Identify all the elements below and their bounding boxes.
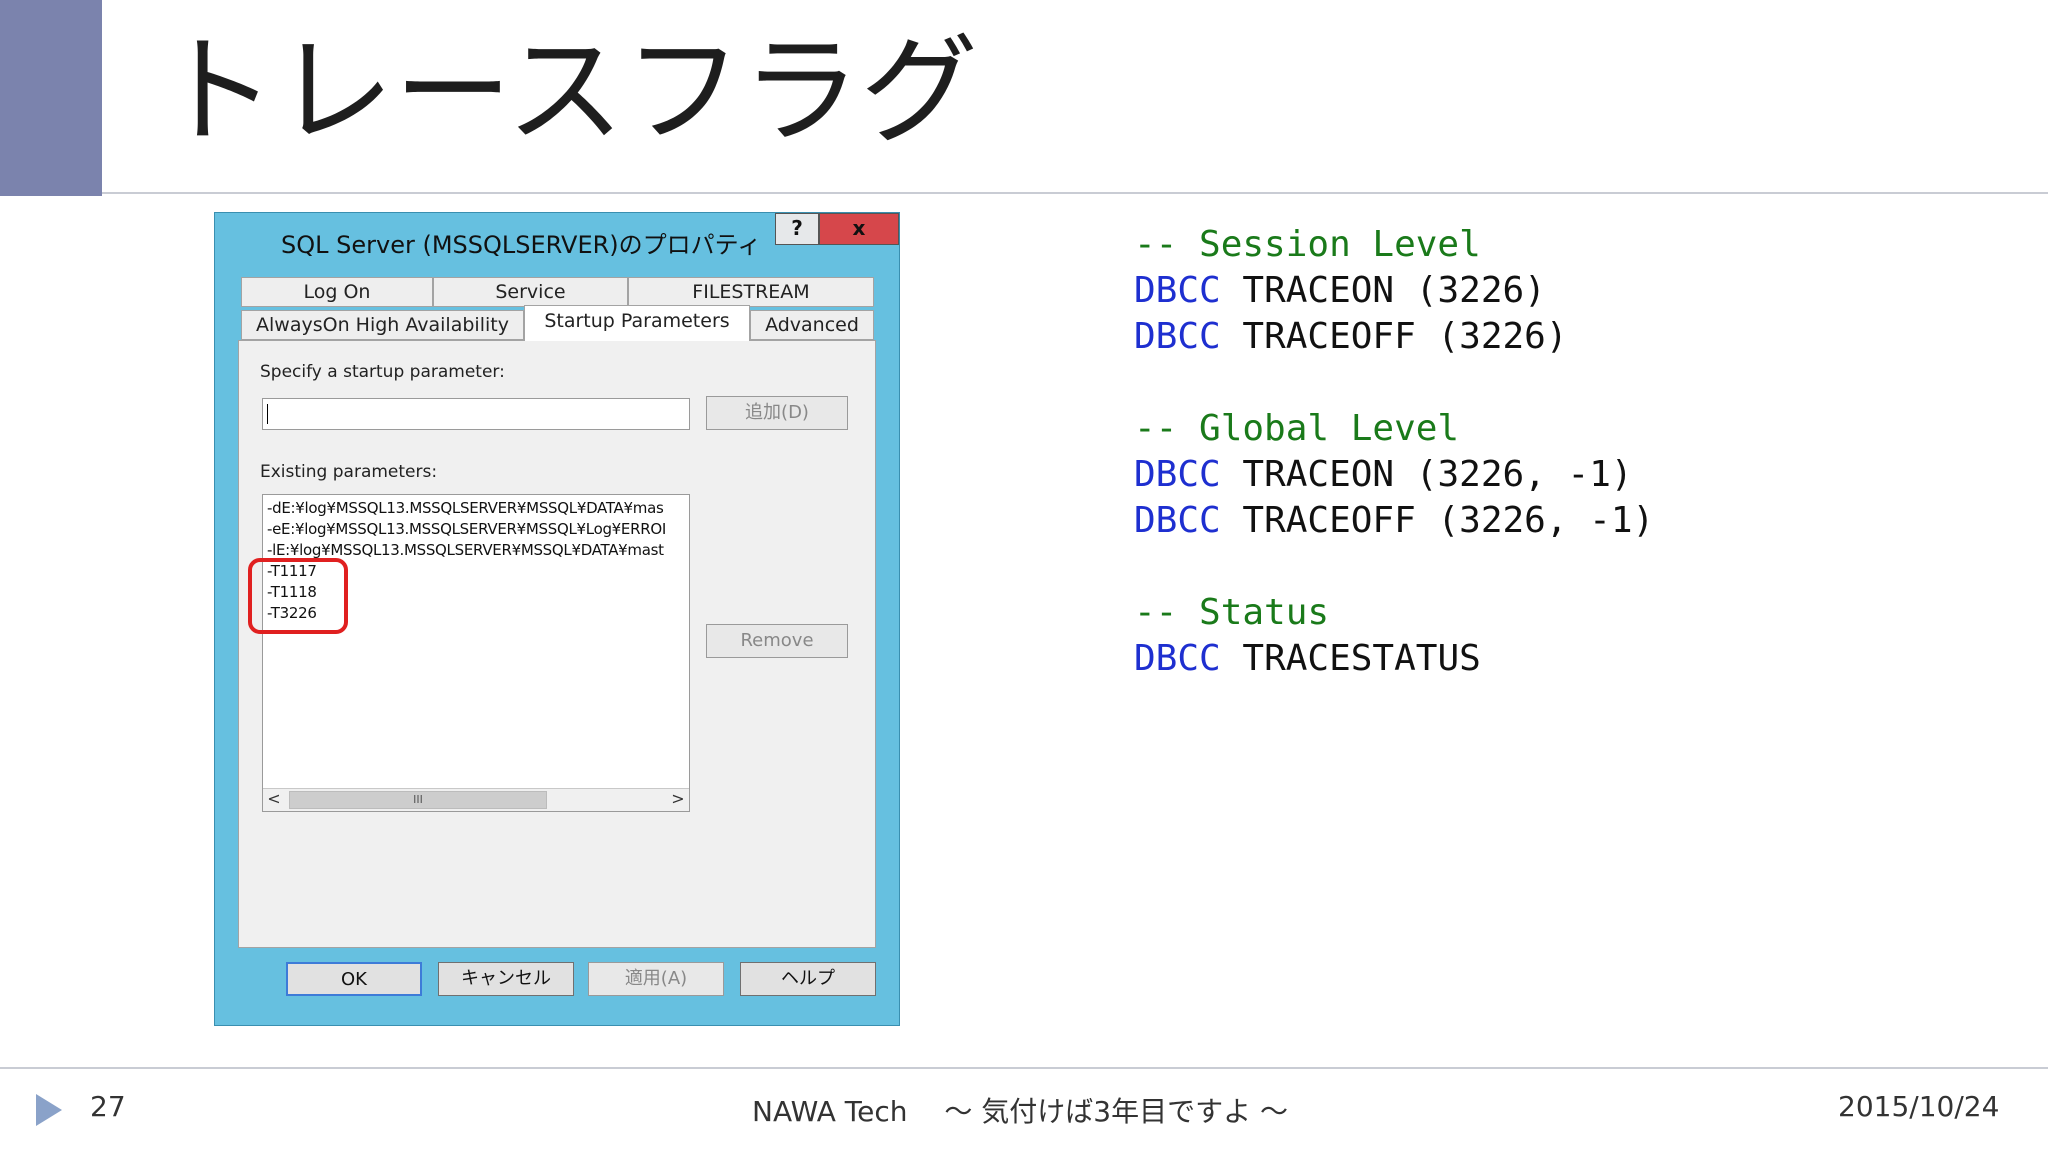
session-comment: -- Session Level: [1134, 224, 1481, 265]
list-item[interactable]: -dE:¥log¥MSSQL13.MSSQLSERVER¥MSSQL¥DATA¥…: [267, 499, 664, 517]
existing-parameters-list[interactable]: -dE:¥log¥MSSQL13.MSSQLSERVER¥MSSQL¥DATA¥…: [262, 494, 690, 812]
footer-divider: [0, 1067, 2048, 1069]
tab-service[interactable]: Service: [433, 277, 628, 307]
accent-block: [0, 0, 102, 196]
tab-advanced[interactable]: Advanced: [750, 310, 874, 340]
scroll-left-icon[interactable]: <: [263, 789, 285, 811]
close-button[interactable]: x: [819, 213, 899, 245]
arguments: (3226, -1): [1415, 454, 1633, 495]
header-divider: [102, 192, 2048, 194]
arguments: (3226): [1437, 316, 1568, 357]
global-traceon-line: DBCC TRACEON (3226, -1): [1134, 452, 1633, 498]
command: TRACEON: [1242, 270, 1395, 311]
command: TRACESTATUS: [1242, 638, 1481, 679]
tab-startup-parameters[interactable]: Startup Parameters: [524, 305, 750, 341]
startup-parameter-input[interactable]: [262, 398, 690, 430]
keyword: DBCC: [1134, 500, 1221, 541]
help-button[interactable]: ヘルプ: [740, 962, 876, 996]
scroll-right-icon[interactable]: >: [667, 789, 689, 811]
tab-log-on[interactable]: Log On: [241, 277, 433, 307]
arguments: (3226, -1): [1437, 500, 1655, 541]
command: TRACEOFF: [1242, 316, 1416, 357]
list-item[interactable]: -eE:¥log¥MSSQL13.MSSQLSERVER¥MSSQL¥Log¥E…: [267, 520, 666, 538]
session-traceon-line: DBCC TRACEON (3226): [1134, 268, 1546, 314]
page-number: 27: [90, 1090, 126, 1123]
list-item[interactable]: -lE:¥log¥MSSQL13.MSSQLSERVER¥MSSQL¥DATA¥…: [267, 541, 664, 559]
apply-button[interactable]: 適用(A): [588, 962, 724, 996]
dialog-title: SQL Server (MSSQLSERVER)のプロパティ: [281, 231, 762, 259]
cancel-button[interactable]: キャンセル: [438, 962, 574, 996]
add-button[interactable]: 追加(D): [706, 396, 848, 430]
keyword: DBCC: [1134, 638, 1221, 679]
scroll-thumb[interactable]: III: [289, 791, 547, 809]
horizontal-scrollbar[interactable]: < III >: [263, 788, 689, 811]
remove-button[interactable]: Remove: [706, 624, 848, 658]
keyword: DBCC: [1134, 316, 1221, 357]
keyword: DBCC: [1134, 270, 1221, 311]
text-caret: [267, 404, 268, 424]
tab-filestream[interactable]: FILESTREAM: [628, 277, 874, 307]
existing-label: Existing parameters:: [260, 462, 438, 482]
slide-title: トレースフラグ: [158, 22, 979, 160]
ok-button[interactable]: OK: [286, 962, 422, 996]
arguments: (3226): [1415, 270, 1546, 311]
trace-flag-highlight: [248, 558, 348, 634]
footer-title: NAWA Tech ～ 気付けば3年目ですよ ～: [752, 1095, 1289, 1128]
play-icon: [36, 1094, 62, 1126]
specify-label: Specify a startup parameter:: [260, 362, 505, 382]
help-title-button[interactable]: ?: [775, 213, 819, 245]
tab-alwayson[interactable]: AlwaysOn High Availability: [241, 310, 524, 340]
command: TRACEOFF: [1242, 500, 1416, 541]
command: TRACEON: [1242, 454, 1395, 495]
status-comment: -- Status: [1134, 592, 1330, 633]
global-comment: -- Global Level: [1134, 408, 1460, 449]
tracestatus-line: DBCC TRACESTATUS: [1134, 636, 1481, 682]
keyword: DBCC: [1134, 454, 1221, 495]
footer-date: 2015/10/24: [1838, 1090, 2000, 1123]
global-traceoff-line: DBCC TRACEOFF (3226, -1): [1134, 498, 1654, 544]
session-traceoff-line: DBCC TRACEOFF (3226): [1134, 314, 1568, 360]
